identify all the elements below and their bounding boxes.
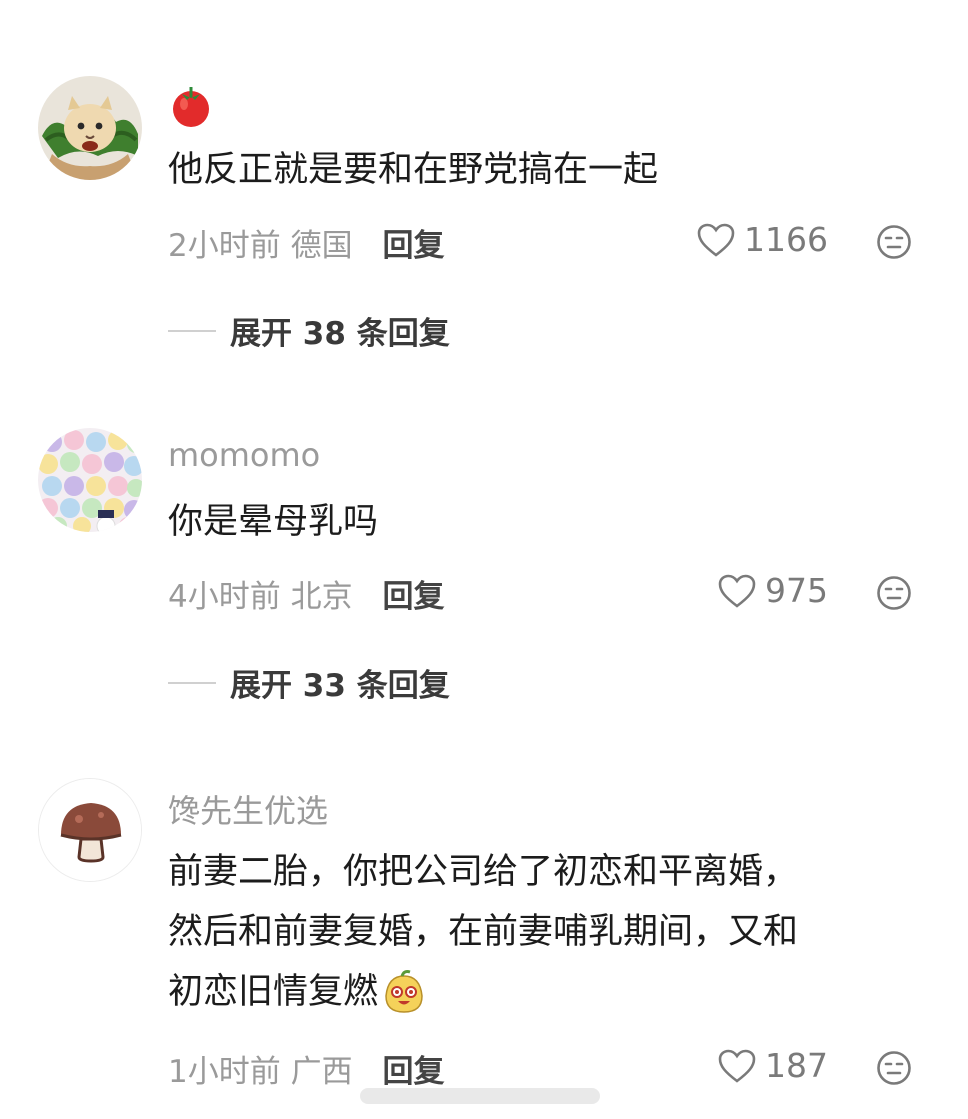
comment-text-line: 前妻二胎，你把公司给了初恋和平离婚， (168, 852, 799, 892)
comment-text-line: 初恋旧情复燃 (168, 972, 379, 1012)
like-button[interactable]: 1166 (696, 220, 828, 259)
user-avatar[interactable] (38, 778, 142, 882)
mushroom-avatar-icon (39, 779, 141, 881)
comment-text: 他反正就是要和在野党搞在一起 (168, 150, 659, 190)
comment-location: 广西 (290, 1054, 353, 1090)
expand-replies-button[interactable]: 展开 33 条回复 (168, 660, 450, 705)
like-count: 1166 (744, 220, 828, 259)
cartoon-crowd-avatar-icon (38, 428, 142, 532)
username[interactable]: 馋先生优选 (168, 786, 328, 832)
like-count: 187 (765, 1046, 828, 1085)
divider-line (168, 329, 216, 332)
like-count: 975 (765, 571, 828, 610)
meh-face-icon (877, 576, 911, 610)
comment-time: 2小时前 (168, 228, 281, 264)
smiling-bun-emoji-icon (385, 970, 423, 1013)
comment-text: 你是晕母乳吗 (168, 502, 379, 542)
tomato-icon (173, 87, 209, 127)
dislike-button[interactable] (876, 224, 912, 260)
heart-icon (718, 1049, 756, 1083)
comment-text-line: 然后和前妻复婚，在前妻哺乳期间，又和 (168, 912, 799, 952)
comment-text: 前妻二胎，你把公司给了初恋和平离婚， 然后和前妻复婚，在前妻哺乳期间，又和 初恋… (168, 842, 908, 1022)
dislike-button[interactable] (876, 575, 912, 611)
comment-list: 他反正就是要和在野党搞在一起 2小时前 德国 回复 1166 展开 38 条回复 (0, 0, 968, 1119)
dislike-button[interactable] (876, 1050, 912, 1086)
username-emoji[interactable] (168, 82, 214, 136)
expand-replies-label: 展开 38 条回复 (230, 316, 450, 352)
user-avatar[interactable] (38, 428, 142, 532)
reply-button[interactable]: 回复 (382, 579, 444, 615)
comment-meta: 4小时前 北京 回复 (168, 571, 444, 616)
cat-lettuce-avatar-icon (38, 76, 142, 180)
expand-replies-button[interactable]: 展开 38 条回复 (168, 308, 450, 353)
like-button[interactable]: 975 (717, 571, 828, 610)
comment-location: 北京 (290, 579, 353, 615)
comment-time: 4小时前 (168, 579, 281, 615)
expand-replies-label: 展开 33 条回复 (230, 668, 450, 704)
comment-time: 1小时前 (168, 1054, 281, 1090)
divider-line (168, 681, 216, 684)
like-button[interactable]: 187 (717, 1046, 828, 1085)
comment-meta: 2小时前 德国 回复 (168, 220, 444, 265)
watermark-graphic (360, 1088, 600, 1104)
user-avatar[interactable] (38, 76, 142, 180)
heart-icon (697, 223, 735, 257)
reply-button[interactable]: 回复 (382, 228, 444, 264)
heart-icon (718, 574, 756, 608)
meh-face-icon (877, 1051, 911, 1085)
comment-text-line-last: 初恋旧情复燃 (168, 962, 908, 1022)
meh-face-icon (877, 225, 911, 259)
username[interactable]: momomo (168, 436, 320, 474)
comment-location: 德国 (290, 228, 353, 264)
